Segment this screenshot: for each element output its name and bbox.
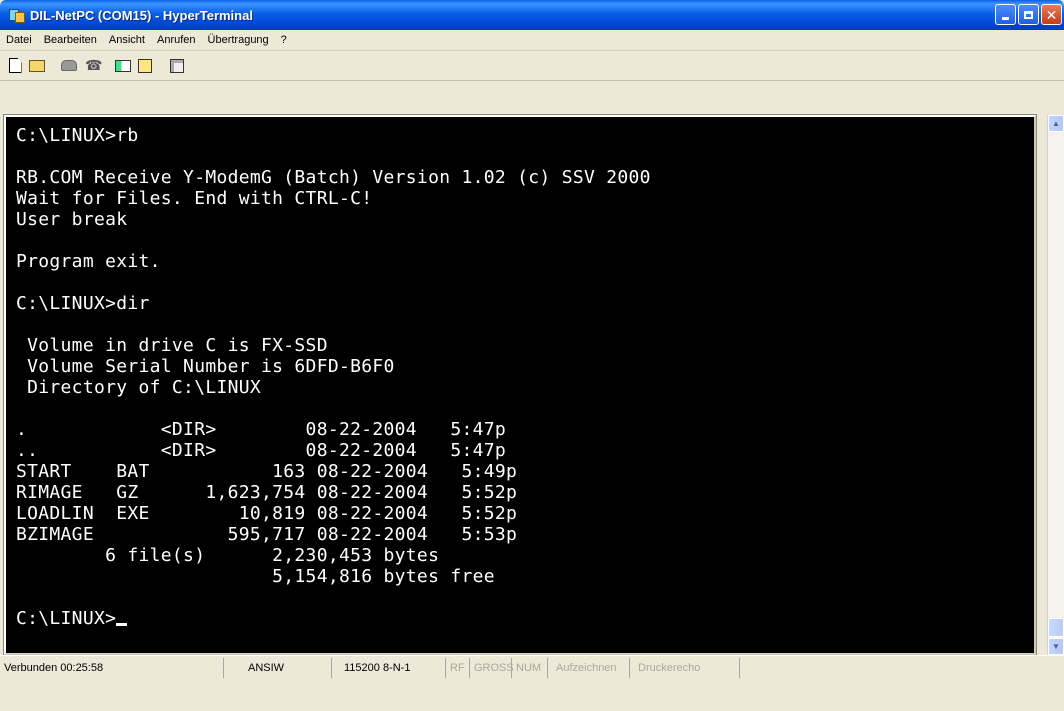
menu-bearbeiten[interactable]: Bearbeiten bbox=[38, 34, 103, 46]
minimize-button[interactable] bbox=[995, 4, 1016, 25]
open-icon bbox=[29, 59, 45, 72]
terminal-line: LOADLIN EXE 10,819 08-22-2004 5:52p bbox=[16, 503, 518, 524]
terminal-line: Volume in drive C is FX-SSD bbox=[16, 335, 328, 356]
toolbar: ☎ bbox=[0, 51, 1064, 81]
maximize-button[interactable] bbox=[1018, 4, 1039, 25]
status-emulation: ANSIW bbox=[224, 658, 332, 678]
terminal-line: C:\LINUX>rb bbox=[16, 125, 139, 146]
receive-button[interactable] bbox=[134, 55, 156, 77]
call-icon bbox=[61, 60, 77, 71]
terminal-line: .. <DIR> 08-22-2004 5:47p bbox=[16, 440, 507, 461]
terminal-frame[interactable]: C:\LINUX>rb RB.COM Receive Y-ModemG (Batc… bbox=[3, 114, 1037, 656]
menu-ansicht[interactable]: Ansicht bbox=[103, 34, 151, 46]
menu-uebertragung[interactable]: Übertragung bbox=[202, 34, 275, 46]
vertical-scrollbar[interactable]: ▲ ▼ bbox=[1047, 115, 1064, 655]
close-button[interactable]: ✕ bbox=[1041, 4, 1062, 25]
menu-bar: Datei Bearbeiten Ansicht Anrufen Übertra… bbox=[0, 30, 1064, 51]
terminal-line: User break bbox=[16, 209, 128, 230]
terminal-line: . <DIR> 08-22-2004 5:47p bbox=[16, 419, 507, 440]
terminal-line: Volume Serial Number is 6DFD-B6F0 bbox=[16, 356, 395, 377]
terminal-line: BZIMAGE 595,717 08-22-2004 5:53p bbox=[16, 524, 518, 545]
title-bar[interactable]: DIL-NetPC (COM15) - HyperTerminal ✕ bbox=[0, 0, 1064, 30]
terminal-line: 6 file(s) 2,230,453 bytes bbox=[16, 545, 440, 566]
terminal-line: RIMAGE GZ 1,623,754 08-22-2004 5:52p bbox=[16, 482, 518, 503]
status-capture: Aufzeichnen bbox=[548, 658, 630, 678]
window-title: DIL-NetPC (COM15) - HyperTerminal bbox=[30, 7, 253, 23]
new-icon bbox=[8, 58, 22, 73]
scroll-up-button[interactable]: ▲ bbox=[1048, 115, 1064, 132]
receive-icon bbox=[138, 58, 152, 73]
terminal-line: C:\LINUX>dir bbox=[16, 293, 150, 314]
terminal-line: Wait for Files. End with CTRL-C! bbox=[16, 188, 373, 209]
menu-help[interactable]: ? bbox=[275, 34, 293, 46]
hyperterminal-app-icon[interactable] bbox=[8, 7, 25, 23]
window-bottom-area bbox=[0, 679, 1064, 711]
maximize-icon bbox=[1024, 10, 1033, 19]
window-controls: ✕ bbox=[995, 4, 1062, 25]
terminal-line: Directory of C:\LINUX bbox=[16, 377, 262, 398]
terminal-line: C:\LINUX> bbox=[16, 608, 1034, 629]
send-icon bbox=[115, 59, 131, 72]
minimize-icon bbox=[1002, 17, 1009, 20]
disconnect-button[interactable]: ☎ bbox=[80, 55, 102, 77]
disconnect-icon: ☎ bbox=[85, 57, 103, 74]
terminal-line: Program exit. bbox=[16, 251, 161, 272]
terminal-area: C:\LINUX>rb RB.COM Receive Y-ModemG (Batc… bbox=[0, 82, 1064, 656]
open-button[interactable] bbox=[26, 55, 48, 77]
properties-button[interactable] bbox=[166, 55, 188, 77]
status-bar: Verbunden 00:25:58 ANSIW 115200 8-N-1 RF… bbox=[0, 655, 1064, 680]
status-port-settings: 115200 8-N-1 bbox=[332, 658, 446, 678]
terminal-line: RB.COM Receive Y-ModemG (Batch) Version … bbox=[16, 167, 651, 188]
terminal-line: START BAT 163 08-22-2004 5:49p bbox=[16, 461, 518, 482]
status-connected: Verbunden 00:25:58 bbox=[0, 658, 224, 678]
menu-anrufen[interactable]: Anrufen bbox=[151, 34, 202, 46]
scroll-thumb[interactable] bbox=[1048, 618, 1064, 637]
new-connection-button[interactable] bbox=[4, 55, 26, 77]
chevron-down-icon: ▼ bbox=[1052, 642, 1060, 651]
status-print-echo: Druckerecho bbox=[630, 658, 740, 678]
status-num: NUM bbox=[512, 658, 548, 678]
properties-icon bbox=[170, 58, 184, 73]
status-rf: RF bbox=[446, 658, 470, 678]
chevron-up-icon: ▲ bbox=[1052, 119, 1060, 128]
terminal-cursor bbox=[116, 623, 128, 626]
call-button[interactable] bbox=[58, 55, 80, 77]
status-gross: GROSS bbox=[470, 658, 514, 678]
menu-datei[interactable]: Datei bbox=[0, 34, 38, 46]
close-icon: ✕ bbox=[1045, 6, 1058, 23]
terminal-screen[interactable]: C:\LINUX>rb RB.COM Receive Y-ModemG (Batc… bbox=[6, 117, 1034, 653]
scroll-down-button[interactable]: ▼ bbox=[1048, 638, 1064, 655]
send-button[interactable] bbox=[112, 55, 134, 77]
terminal-line: 5,154,816 bytes free bbox=[16, 566, 495, 587]
